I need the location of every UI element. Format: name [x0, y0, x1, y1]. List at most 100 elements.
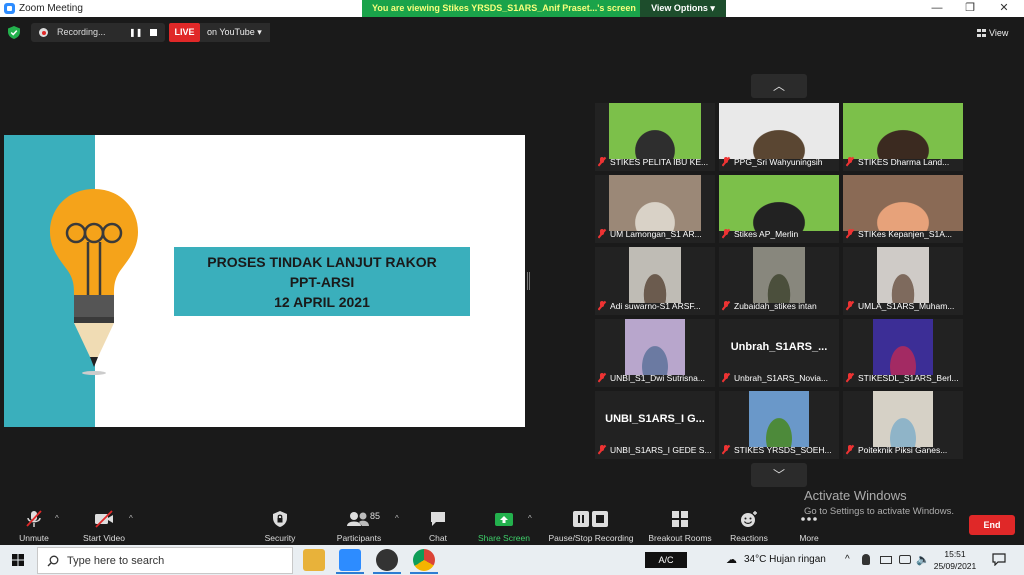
shield-icon — [273, 511, 287, 527]
participant-name-label: STIKES PELITA IBU KE... — [610, 157, 709, 167]
start-video-button[interactable]: Start Video — [82, 510, 126, 543]
participant-tile[interactable]: UMLA_S1ARS_Muham... — [843, 247, 963, 315]
participant-video — [753, 247, 805, 303]
share-options-caret[interactable]: ^ — [528, 514, 532, 523]
participant-tile[interactable]: UM Lamongan_S1 AR... — [595, 175, 715, 243]
participant-name: Zubaidah_stikes intan — [722, 300, 837, 313]
microphone-tray-icon[interactable] — [862, 554, 870, 565]
gallery-down-arrow[interactable]: ﹀ — [751, 463, 807, 487]
participant-tile[interactable]: Poiteknik Piksi Ganes... — [843, 391, 963, 459]
view-button[interactable]: View — [977, 25, 1019, 41]
participant-video — [629, 247, 681, 303]
participant-tile[interactable]: PPG_Sri Wahyuningsih — [719, 103, 839, 171]
participant-video — [719, 175, 839, 231]
recording-dot-icon — [39, 28, 48, 37]
close-button[interactable]: ✕ — [989, 1, 1019, 16]
chat-button[interactable]: Chat — [426, 510, 450, 543]
file-explorer-icon[interactable] — [303, 549, 325, 571]
pause-recording-icon[interactable]: ❚❚ — [129, 28, 142, 37]
stop-recording-icon[interactable] — [150, 29, 157, 36]
chrome-taskbar-icon[interactable] — [413, 549, 435, 571]
participant-name: Stikes AP_Merlin — [722, 228, 837, 241]
taskbar-clock[interactable]: 15:51 25/09/2021 — [930, 548, 980, 572]
participant-tile[interactable]: Unbrah_S1ARS_... Unbrah_S1ARS_Novia... — [719, 319, 839, 387]
recording-indicator: Recording... ❚❚ — [31, 23, 165, 42]
tray-overflow-chevron[interactable]: ^ — [845, 554, 850, 565]
participant-tile[interactable]: UNBI_S1_Dwi Sutrisna... — [595, 319, 715, 387]
obs-taskbar-icon[interactable] — [376, 549, 398, 571]
video-off-icon — [95, 510, 113, 528]
breakout-rooms-button[interactable]: Breakout Rooms — [646, 510, 714, 543]
battery-tray-icon[interactable] — [880, 556, 892, 564]
minimize-button[interactable]: — — [922, 1, 952, 16]
share-screen-button[interactable]: Share Screen — [477, 510, 531, 543]
restore-button[interactable]: ❐ — [955, 1, 985, 16]
gallery-up-arrow[interactable]: ︿ — [751, 74, 807, 98]
end-meeting-button[interactable]: End — [969, 515, 1015, 535]
windows-taskbar: Type here to search A/C ☁ 34°C Hujan rin… — [0, 545, 1024, 575]
participant-video — [873, 391, 933, 447]
participant-video — [843, 175, 963, 231]
network-tray-icon[interactable] — [899, 555, 911, 564]
windows-start-icon[interactable] — [12, 554, 24, 566]
taskbar-search-box[interactable]: Type here to search — [37, 547, 293, 574]
participant-tile[interactable]: STIKESDL_S1ARS_Berl... — [843, 319, 963, 387]
view-options-button[interactable]: View Options ▾ — [640, 0, 726, 17]
youtube-stream-dropdown[interactable]: on YouTube ▾ — [200, 23, 270, 42]
participant-count: 85 — [370, 511, 381, 521]
muted-mic-icon — [722, 373, 730, 382]
security-label: Security — [264, 533, 296, 543]
more-label: More — [799, 533, 819, 543]
notifications-icon[interactable] — [992, 553, 1006, 566]
more-button[interactable]: More — [797, 510, 821, 543]
participant-tile[interactable]: Stikes AP_Merlin — [719, 175, 839, 243]
participants-label: Participants — [336, 533, 382, 543]
weather-text[interactable]: 34°C Hujan ringan — [744, 554, 826, 565]
audio-options-caret[interactable]: ^ — [55, 514, 59, 523]
security-button[interactable]: Security — [263, 510, 297, 543]
participant-tile[interactable]: STIKES YRSDS_SOEH... — [719, 391, 839, 459]
participant-name: STIKES PELITA IBU KE... — [598, 156, 713, 169]
participant-video — [877, 247, 929, 303]
shared-screen-slide: PROSES TINDAK LANJUT RAKOR PPT-ARSI 12 A… — [4, 135, 525, 427]
participant-name-label: Poiteknik Piksi Ganes... — [858, 445, 948, 455]
participant-name-label: UNBI_S1ARS_I GEDE S... — [610, 445, 712, 455]
volume-tray-icon[interactable]: 🔈 — [916, 553, 930, 566]
chat-bubble-icon — [431, 512, 445, 526]
obs-active-indicator — [373, 572, 401, 574]
ac-indicator[interactable]: A/C — [645, 552, 687, 568]
muted-mic-icon — [598, 229, 606, 238]
live-badge[interactable]: LIVE — [169, 23, 200, 42]
participants-options-caret[interactable]: ^ — [395, 514, 399, 523]
zoom-active-indicator — [336, 572, 364, 574]
zoom-taskbar-icon[interactable] — [339, 549, 361, 571]
unmute-label: Unmute — [19, 533, 49, 543]
chat-label: Chat — [429, 533, 447, 543]
participant-tile[interactable]: UNBI_S1ARS_I G... UNBI_S1ARS_I GEDE S... — [595, 391, 715, 459]
participant-name: Adi suwarno-S1 ARSF... — [598, 300, 713, 313]
muted-mic-icon — [598, 445, 606, 454]
participant-tile[interactable]: STIKES Dharma Land... — [843, 103, 963, 171]
pause-stop-recording-button[interactable]: Pause/Stop Recording — [546, 510, 636, 543]
muted-mic-icon — [722, 157, 730, 166]
security-shield-icon[interactable] — [8, 26, 20, 39]
participant-display-name: Unbrah_S1ARS_... — [730, 341, 828, 353]
participant-tile[interactable]: STIKES PELITA IBU KE... — [595, 103, 715, 171]
participant-video — [873, 319, 933, 375]
search-icon — [47, 555, 59, 567]
participant-tile[interactable]: STIKes Kepanjen_S1A... — [843, 175, 963, 243]
video-options-caret[interactable]: ^ — [129, 514, 133, 523]
participant-tile[interactable]: Adi suwarno-S1 ARSF... — [595, 247, 715, 315]
chrome-active-indicator — [410, 572, 438, 574]
reactions-button[interactable]: Reactions — [728, 510, 770, 543]
participant-name: UNBI_S1_Dwi Sutrisna... — [598, 372, 713, 385]
muted-mic-icon — [846, 157, 854, 166]
meeting-toolbar: Unmute ^ Start Video ^ Security Particip… — [0, 500, 1024, 545]
participant-name: STIKES YRSDS_SOEH... — [722, 444, 837, 457]
participant-name-label: STIKes Kepanjen_S1A... — [858, 229, 953, 239]
participant-name: Poiteknik Piksi Ganes... — [846, 444, 961, 457]
panel-resize-handle[interactable] — [527, 272, 530, 290]
breakout-rooms-icon — [672, 511, 688, 527]
unmute-button[interactable]: Unmute — [16, 510, 52, 543]
participant-tile[interactable]: Zubaidah_stikes intan — [719, 247, 839, 315]
